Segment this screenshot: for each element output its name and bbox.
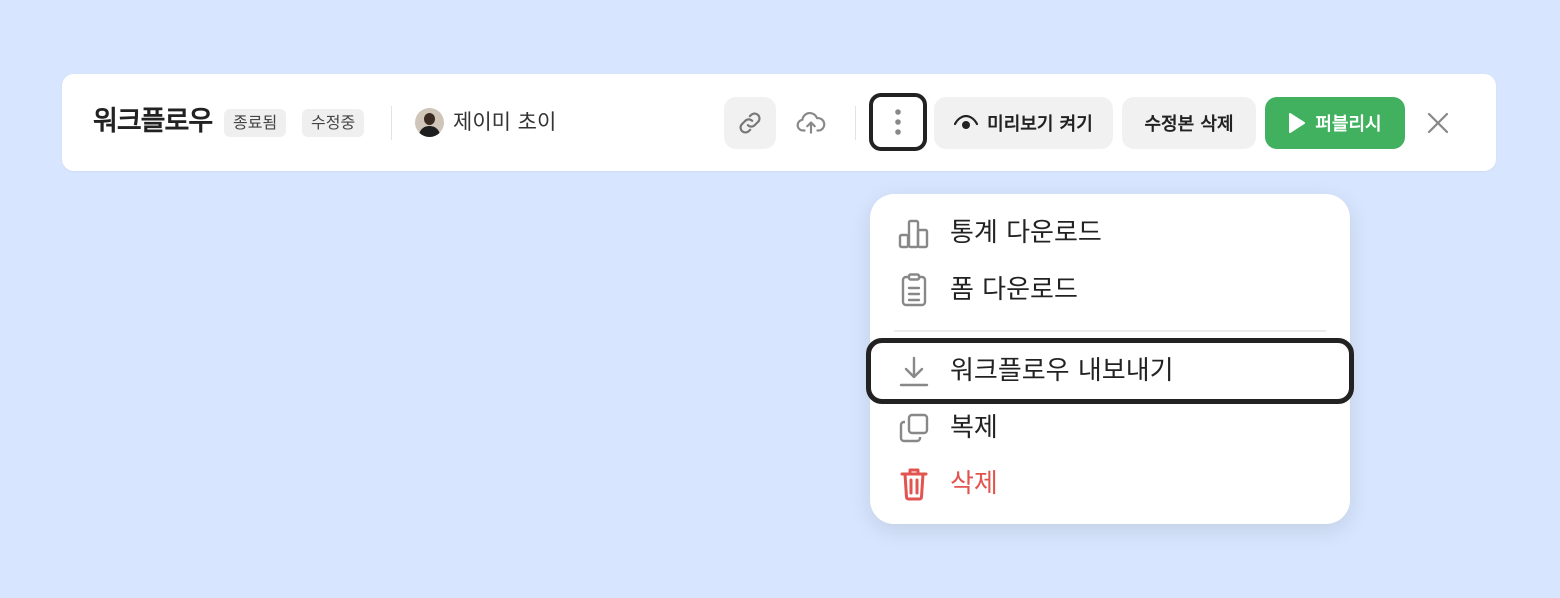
bar-chart-icon (898, 217, 930, 249)
preview-toggle-button[interactable]: 미리보기 켜기 (934, 97, 1113, 149)
status-badge-ended: 종료됨 (224, 109, 287, 137)
copy-link-button[interactable] (724, 97, 776, 149)
more-options-button[interactable] (869, 93, 927, 151)
publish-label: 퍼블리시 (1315, 114, 1382, 135)
close-button[interactable] (1420, 105, 1456, 141)
publish-button[interactable]: 퍼블리시 (1265, 97, 1405, 149)
menu-label: 삭제 (950, 469, 998, 499)
cloud-upload-icon (796, 112, 826, 134)
divider (855, 106, 856, 140)
menu-label: 통계 다운로드 (950, 218, 1102, 248)
divider (391, 106, 392, 140)
menu-item-duplicate[interactable]: 복제 (870, 402, 1350, 454)
clipboard-icon (898, 273, 930, 307)
menu-label: 폼 다운로드 (950, 275, 1078, 305)
delete-revision-button[interactable]: 수정본 삭제 (1122, 97, 1256, 149)
menu-divider (894, 330, 1326, 332)
menu-item-export-workflow[interactable]: 워크플로우 내보내기 (870, 345, 1350, 397)
status-badge-editing: 수정중 (302, 109, 365, 137)
eye-icon (954, 115, 979, 131)
trash-icon (898, 468, 930, 501)
menu-item-download-stats[interactable]: 통계 다운로드 (870, 207, 1350, 259)
menu-label: 복제 (950, 413, 998, 443)
avatar (415, 108, 444, 137)
menu-label: 워크플로우 내보내기 (950, 356, 1174, 386)
delete-revision-label: 수정본 삭제 (1144, 114, 1234, 135)
copy-icon (898, 412, 930, 444)
menu-item-delete[interactable]: 삭제 (870, 458, 1350, 510)
download-icon (898, 355, 930, 387)
close-icon (1427, 112, 1449, 134)
workflow-title: 워크플로우 (93, 106, 213, 137)
preview-label: 미리보기 켜기 (987, 114, 1093, 135)
link-icon (739, 112, 761, 134)
top-toolbar: 워크플로우 종료됨 수정중 제이미 초이 미리보기 켜기 수정본 삭제 퍼블리시 (62, 74, 1496, 171)
play-icon (1288, 112, 1306, 134)
user-name: 제이미 초이 (453, 110, 557, 134)
more-vertical-icon (895, 109, 901, 135)
more-options-menu: 통계 다운로드 폼 다운로드 워크플로우 내보내기 복제 삭제 (866, 194, 1354, 524)
menu-item-download-form[interactable]: 폼 다운로드 (870, 264, 1350, 316)
upload-button[interactable] (785, 97, 837, 149)
